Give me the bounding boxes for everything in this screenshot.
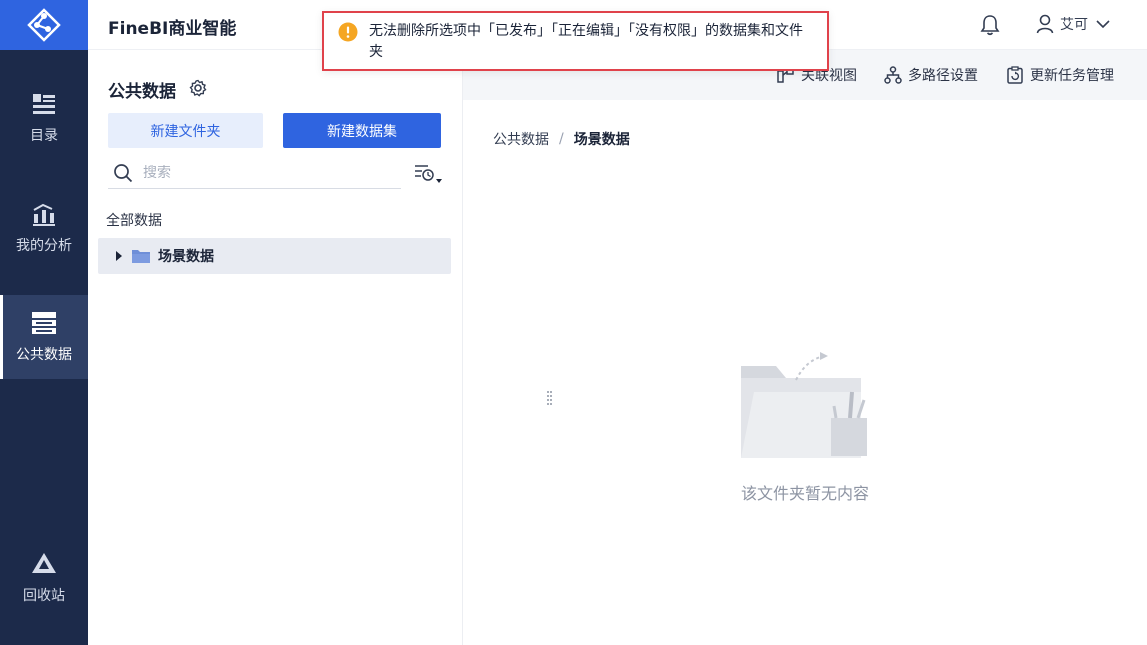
- update-task-icon: [1007, 66, 1023, 84]
- rail-item-public-data[interactable]: 公共数据: [0, 295, 88, 379]
- rail-label-public-data: 公共数据: [16, 347, 72, 363]
- rail-label-my-analysis: 我的分析: [16, 238, 72, 254]
- breadcrumb-root[interactable]: 公共数据: [493, 129, 549, 149]
- sort-filter-button[interactable]: [414, 163, 444, 189]
- breadcrumb-separator: /: [559, 131, 564, 147]
- folder-panel: 公共数据 新建文件夹 新建数据集 全部数据: [88, 50, 552, 645]
- tree-item-scene-data[interactable]: 场景数据: [98, 238, 451, 274]
- multi-path-button[interactable]: 多路径设置: [884, 65, 978, 85]
- panel-resize-handle[interactable]: [546, 388, 554, 408]
- folder-icon: [132, 250, 150, 263]
- search-box: [108, 158, 401, 189]
- multi-path-label: 多路径设置: [908, 68, 978, 84]
- warning-toast: 无法删除所选项中「已发布」「正在编辑」「没有权限」的数据集和文件夹: [322, 11, 829, 71]
- gear-icon: [189, 79, 207, 97]
- all-data-root[interactable]: 全部数据: [106, 210, 162, 230]
- recycle-bin-icon: [32, 553, 56, 573]
- user-menu[interactable]: 艾可: [1036, 14, 1110, 34]
- panel-title: 公共数据: [108, 82, 176, 102]
- rail-item-my-analysis[interactable]: 我的分析: [0, 186, 88, 270]
- breadcrumb-current: 场景数据: [573, 132, 630, 148]
- rail-label-recycle-bin: 回收站: [23, 588, 65, 604]
- logo-icon: [27, 8, 61, 42]
- panel-settings-button[interactable]: [189, 79, 207, 101]
- bell-icon: [980, 15, 1000, 36]
- warning-icon: [338, 22, 358, 42]
- search-input[interactable]: [143, 165, 383, 181]
- breadcrumb: 公共数据 / 场景数据: [493, 129, 630, 149]
- empty-state-text: 该文件夹暂无内容: [740, 484, 869, 503]
- user-name: 艾可: [1060, 17, 1088, 33]
- sort-time-icon: [415, 165, 442, 183]
- catalog-icon: [33, 94, 55, 114]
- update-task-label: 更新任务管理: [1030, 68, 1114, 84]
- empty-folder-illustration: [741, 352, 867, 458]
- notification-button[interactable]: [980, 14, 1000, 40]
- update-task-button[interactable]: 更新任务管理: [1006, 65, 1114, 85]
- public-data-icon: [32, 312, 56, 334]
- rail-label-catalog: 目录: [30, 128, 58, 144]
- new-folder-button[interactable]: 新建文件夹: [108, 113, 263, 148]
- chevron-down-icon: [1096, 20, 1110, 29]
- rail-item-catalog[interactable]: 目录: [0, 76, 88, 160]
- app-logo[interactable]: [0, 0, 88, 50]
- multi-path-icon: [884, 66, 902, 84]
- toast-message: 无法删除所选项中「已发布」「正在编辑」「没有权限」的数据集和文件夹: [369, 23, 803, 60]
- user-icon: [1036, 14, 1054, 34]
- tree-item-label: 场景数据: [158, 249, 214, 265]
- drag-handle-icon: [547, 391, 552, 405]
- caret-right-icon[interactable]: [115, 251, 123, 261]
- left-nav-rail: 目录 我的分析 公共数据 回收站: [0, 0, 88, 645]
- app-title: FineBI商业智能: [108, 19, 237, 39]
- rail-item-recycle-bin[interactable]: 回收站: [0, 536, 88, 620]
- analysis-icon: [33, 203, 55, 226]
- search-icon: [114, 164, 133, 183]
- new-dataset-button[interactable]: 新建数据集: [283, 113, 441, 148]
